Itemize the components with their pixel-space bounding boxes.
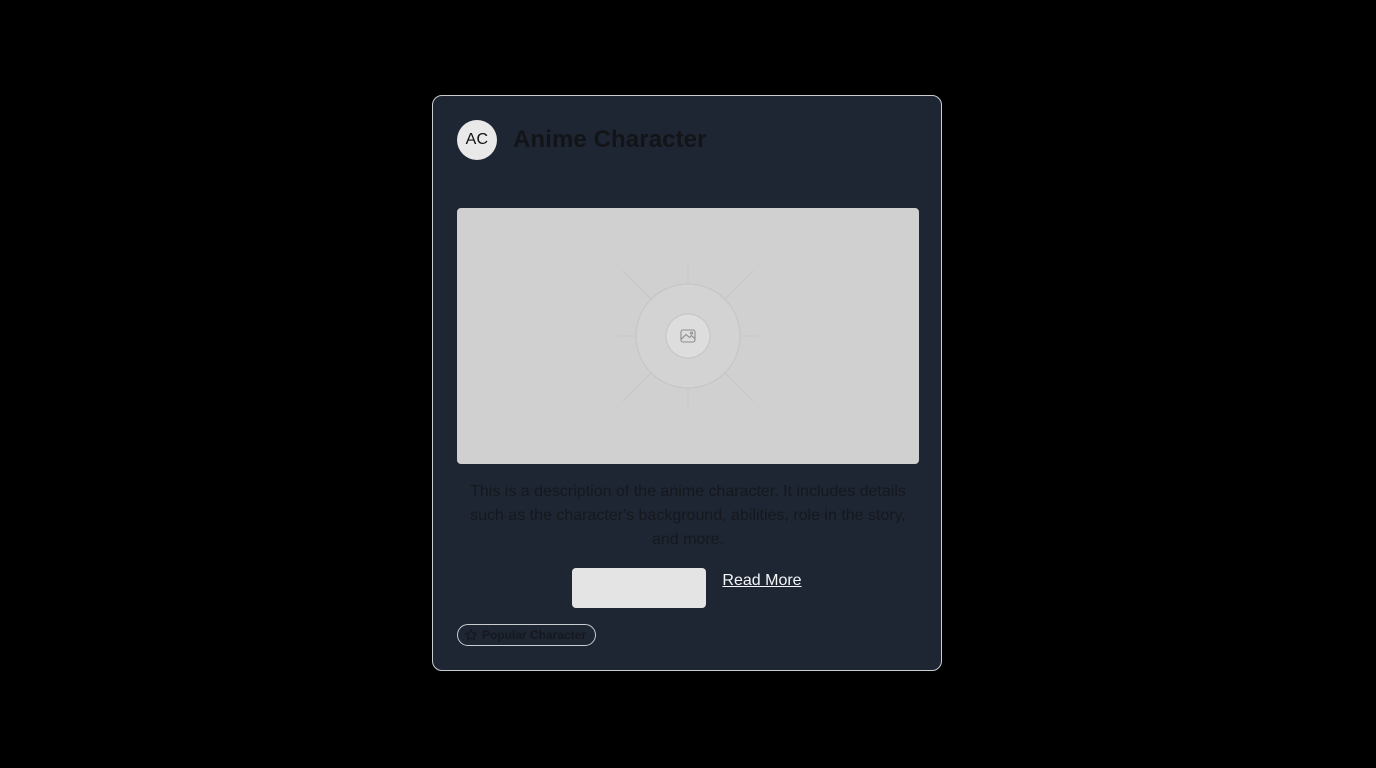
card-header: AC Anime Character <box>457 120 707 160</box>
star-icon <box>464 628 478 641</box>
character-image-placeholder <box>457 208 919 464</box>
primary-action-button[interactable] <box>572 568 707 608</box>
character-description: This is a description of the anime chara… <box>470 483 906 548</box>
character-card: AC Anime Character This is a description… <box>432 95 942 671</box>
popular-character-badge: Popular Character <box>457 624 597 646</box>
page: AC Anime Character This is a description… <box>0 0 1376 768</box>
badge-label: Popular Character <box>482 628 587 642</box>
card-actions: Read More <box>433 568 941 608</box>
read-more-link[interactable]: Read More <box>722 572 801 590</box>
card-title: Anime Character <box>513 126 707 153</box>
avatar: AC <box>457 120 497 160</box>
image-placeholder-graphic <box>618 266 758 406</box>
